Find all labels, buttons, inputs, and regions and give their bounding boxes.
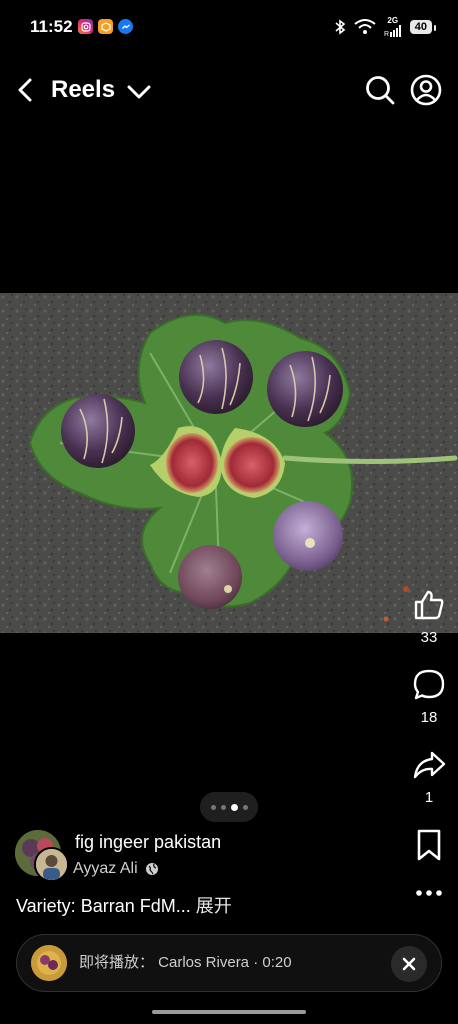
page-name[interactable]: fig ingeer pakistan [75,832,221,853]
battery-icon: 40 [409,20,437,34]
signal-icon: 2G R [384,17,402,37]
comment-icon[interactable] [412,668,446,702]
bookmark-icon[interactable] [412,828,446,862]
up-next-label[interactable]: 即将播放： Carlos Rivera · 0:20 [79,951,292,972]
save-button[interactable] [412,828,446,867]
carousel-dot [242,804,248,810]
comment-count: 18 [420,709,438,726]
share-icon[interactable] [412,748,446,782]
profile-icon[interactable] [410,74,442,106]
up-next-thumbnail[interactable] [31,945,67,981]
chevron-down-icon[interactable] [126,81,152,103]
package-icon [98,19,113,34]
close-button[interactable] [391,946,427,982]
thumbs-up-icon[interactable] [412,588,446,622]
status-time: 11:52 [30,17,73,36]
messenger-icon [118,19,133,34]
notification-icons [78,19,133,34]
page-title[interactable]: Reels [51,76,115,104]
search-icon[interactable] [364,74,396,106]
top-nav: Reels [0,66,458,116]
reel-media[interactable] [0,293,458,633]
bluetooth-icon [335,19,346,35]
carousel-indicator [200,792,258,822]
comment-button[interactable]: 18 [412,668,446,726]
svg-text:R: R [384,31,389,37]
fig-photo [0,293,458,633]
author-name[interactable]: Ayyaz Ali [73,860,138,878]
system-icons: 2G R 40 [334,17,437,37]
more-button[interactable] [412,878,446,913]
like-count: 33 [420,629,438,646]
author-row[interactable]: Ayyaz Ali [73,860,159,878]
like-button[interactable]: 33 [412,588,446,646]
caption-text: Variety: Barran FdM... [16,896,196,916]
expand-link[interactable]: 展开 [196,896,232,916]
wifi-icon [354,19,376,34]
network-type: 2G [387,16,399,25]
more-icon[interactable] [412,878,446,908]
share-button[interactable]: 1 [412,748,446,806]
status-bar: 11:52 2G R 40 [0,0,458,54]
author-avatar[interactable] [34,847,69,882]
carousel-dot [210,804,216,810]
back-arrow-icon[interactable] [12,75,42,105]
post-caption[interactable]: Variety: Barran FdM... 展开 [16,892,232,918]
avatar[interactable] [15,830,69,882]
close-icon[interactable] [402,957,416,971]
globe-icon [145,863,158,875]
carousel-dot-active [230,803,238,811]
carousel-dot [220,804,226,810]
home-indicator[interactable] [152,1010,306,1014]
share-count: 1 [424,789,434,806]
up-next-bar[interactable]: 即将播放： Carlos Rivera · 0:20 [16,934,442,992]
instagram-icon [78,19,93,34]
